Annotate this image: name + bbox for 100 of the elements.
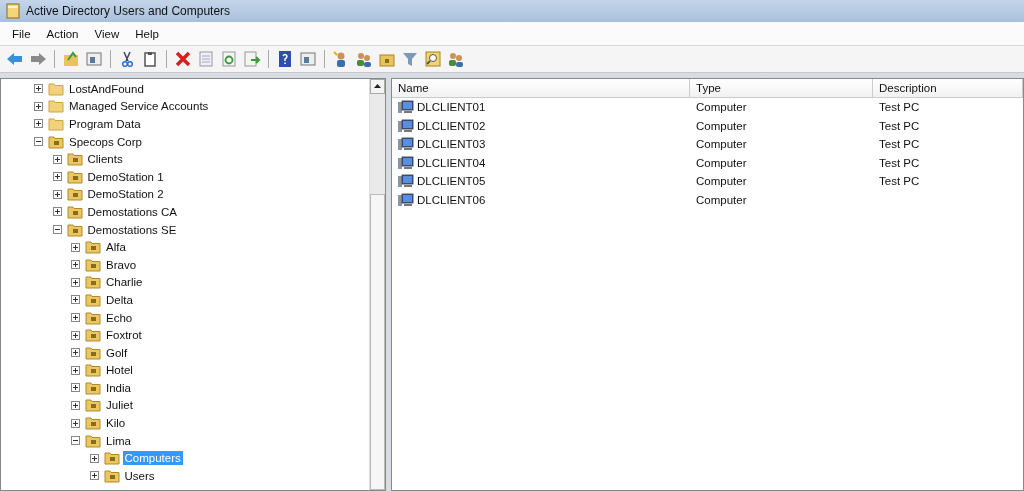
ou-folder-icon (85, 380, 101, 395)
find-icon[interactable] (424, 50, 442, 68)
description-cell: Test PC (879, 101, 920, 114)
tree-item[interactable]: Echo (104, 310, 135, 325)
scroll-up-icon[interactable] (370, 79, 385, 94)
expand-icon[interactable] (71, 313, 80, 322)
ou-folder-icon (85, 292, 101, 307)
refresh-icon[interactable] (220, 50, 238, 68)
tree-item[interactable]: Demostations SE (85, 222, 179, 237)
expand-icon[interactable] (71, 383, 80, 393)
tree-item[interactable]: Program Data (67, 117, 143, 131)
computer-name[interactable]: DLCLIENT02 (417, 119, 486, 132)
tree-item[interactable]: Lima (104, 433, 133, 448)
tree-item[interactable]: DemoStation 1 (85, 169, 166, 184)
action-pane-icon[interactable] (299, 50, 317, 68)
console-tree-icon[interactable] (85, 50, 103, 68)
expand-icon[interactable] (89, 471, 99, 481)
expand-icon[interactable] (52, 154, 62, 164)
scrollbar[interactable] (369, 79, 385, 490)
column-header[interactable]: Type (690, 79, 873, 97)
expand-icon[interactable] (52, 189, 62, 199)
up-folder-icon[interactable] (62, 50, 80, 68)
expand-icon[interactable] (71, 365, 80, 375)
tree-item[interactable]: India (104, 380, 133, 395)
window-title: Active Directory Users and Computers (26, 4, 231, 18)
expand-icon[interactable] (34, 101, 43, 111)
paste-icon[interactable] (141, 50, 159, 68)
tree-item[interactable]: Foxtrot (104, 328, 144, 343)
type-cell: Computer (696, 193, 747, 206)
expand-icon[interactable] (52, 207, 62, 217)
ou-folder-icon (85, 328, 101, 343)
computer-name[interactable]: DLCLIENT06 (417, 193, 486, 206)
expand-icon[interactable] (71, 401, 80, 410)
type-cell: Computer (696, 101, 747, 114)
help-icon[interactable] (276, 50, 294, 68)
tree-item[interactable]: Specops Corp (67, 134, 144, 149)
menu-item[interactable]: Help (127, 25, 167, 42)
tree-item[interactable]: DemoStation 2 (85, 187, 166, 202)
ou-folder-icon (85, 433, 101, 448)
delete-icon[interactable] (174, 50, 192, 68)
ou-folder-icon (66, 187, 83, 202)
computer-name[interactable]: DLCLIENT05 (417, 175, 486, 188)
back-arrow-icon[interactable] (6, 50, 24, 68)
filter-icon[interactable] (401, 50, 419, 68)
column-header[interactable]: Description (873, 79, 1023, 97)
computer-icon (398, 192, 414, 207)
tree-item[interactable]: Charlie (104, 275, 145, 290)
expand-icon[interactable] (71, 330, 80, 340)
computer-name[interactable]: DLCLIENT01 (417, 101, 486, 114)
expand-icon[interactable] (71, 260, 80, 270)
tree-item[interactable]: Clients (85, 152, 125, 167)
expand-icon[interactable] (89, 453, 99, 463)
tree-item[interactable]: Alfa (104, 240, 128, 255)
expand-icon[interactable] (52, 172, 62, 182)
ou-folder-icon (85, 363, 101, 378)
ou-folder-icon (66, 169, 83, 184)
computer-icon (398, 100, 414, 115)
tree-item[interactable]: Managed Service Accounts (67, 99, 211, 114)
ou-folder-icon (85, 275, 101, 290)
computer-name[interactable]: DLCLIENT04 (417, 156, 486, 169)
ou-folder-icon (48, 134, 64, 149)
menu-item[interactable]: View (86, 25, 128, 42)
ou-folder-icon (85, 257, 101, 272)
export-icon[interactable] (243, 50, 261, 68)
forward-arrow-icon[interactable] (29, 50, 47, 68)
computer-icon (398, 155, 414, 170)
ou-folder-icon (85, 416, 101, 431)
column-header[interactable]: Name (392, 79, 690, 97)
tree-item[interactable]: LostAndFound (67, 81, 146, 96)
expand-icon[interactable] (71, 277, 80, 287)
expand-icon[interactable] (34, 119, 43, 129)
tree-item[interactable]: Bravo (104, 257, 139, 272)
expand-icon[interactable] (34, 84, 43, 94)
menu-item[interactable]: File (4, 25, 39, 42)
ou-folder-icon (85, 240, 101, 255)
expand-icon[interactable] (71, 295, 80, 305)
expand-icon[interactable] (71, 348, 80, 358)
collapse-icon[interactable] (52, 225, 62, 235)
tree-item[interactable]: Hotel (104, 363, 135, 378)
scroll-thumb[interactable] (370, 194, 385, 490)
ou-folder-icon (66, 204, 83, 219)
expand-icon[interactable] (71, 418, 80, 428)
computer-name[interactable]: DLCLIENT03 (417, 138, 486, 151)
ou-folder-icon (85, 310, 101, 325)
collapse-icon[interactable] (34, 137, 43, 147)
computer-icon (398, 118, 414, 133)
menu-item[interactable]: Action (38, 25, 87, 42)
tree-item[interactable]: Kilo (104, 416, 128, 431)
tree-item[interactable]: Users (122, 468, 157, 483)
collapse-icon[interactable] (71, 436, 80, 446)
type-cell: Computer (696, 138, 747, 151)
type-cell: Computer (696, 156, 747, 169)
description-cell: Test PC (879, 138, 920, 151)
new-group-icon[interactable] (355, 50, 373, 68)
tree-item[interactable]: Demostations CA (85, 204, 179, 219)
tree-item[interactable]: Juliet (104, 398, 135, 413)
tree-item[interactable]: Delta (104, 292, 135, 307)
expand-icon[interactable] (71, 242, 80, 252)
tree-item[interactable]: Golf (104, 345, 130, 360)
type-cell: Computer (696, 119, 747, 132)
